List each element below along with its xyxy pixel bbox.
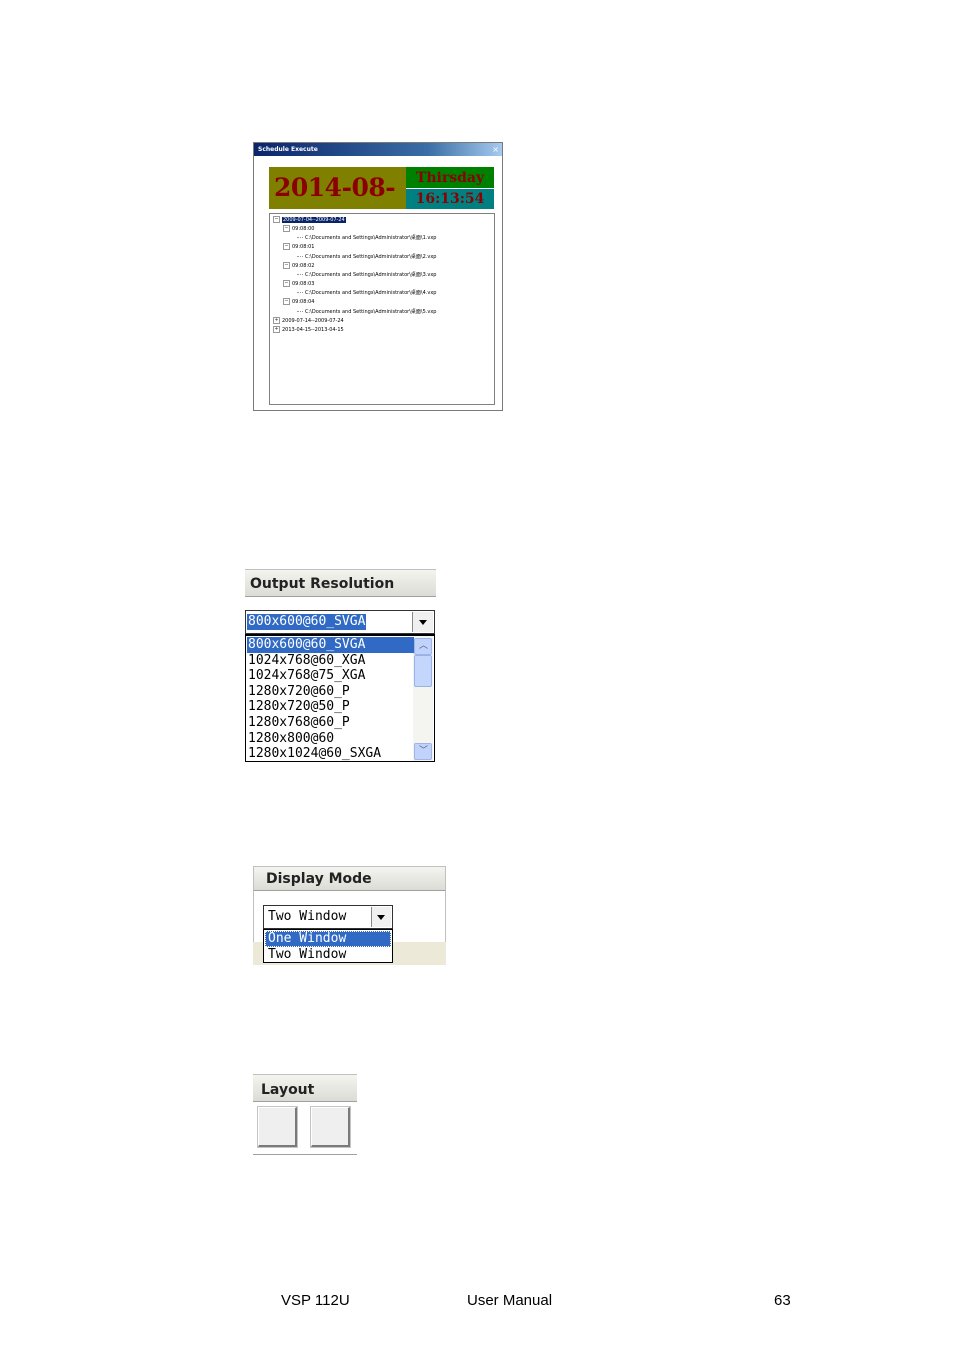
day-display: Thirsday — [406, 167, 494, 188]
tree-item-label: C:\Documents and Settings\Administrator\… — [305, 308, 437, 315]
output-resolution-value: 800x600@60_SVGA — [247, 614, 367, 630]
tree-item[interactable]: −09:08:03 — [283, 280, 314, 289]
tree-item-label: 09:08:01 — [292, 244, 315, 251]
scroll-thumb[interactable] — [414, 655, 432, 687]
resolution-option[interactable]: 1280x800@60 — [247, 731, 414, 747]
resolution-option[interactable]: 1024x768@60_XGA — [247, 653, 414, 669]
expand-icon[interactable]: + — [273, 316, 280, 324]
collapse-icon[interactable]: − — [273, 216, 280, 223]
tree-item[interactable]: C:\Documents and Settings\Administrator\… — [297, 253, 436, 262]
tree-item-label: C:\Documents and Settings\Administrator\… — [305, 290, 437, 297]
close-icon[interactable]: × — [492, 143, 499, 156]
resolution-option[interactable]: 1280x720@50_P — [247, 699, 414, 715]
resolution-option[interactable]: 1280x720@60_P — [247, 684, 414, 700]
schedule-execute-dialog: Schedule Execute × 2014-08-28 Thirsday 1… — [253, 142, 503, 411]
tree-item-label: 2009-07-14--2009-07-24 — [282, 317, 344, 324]
tree-item[interactable]: −09:08:04 — [283, 298, 314, 307]
tree-item[interactable]: −09:08:02 — [283, 261, 315, 271]
date-display: 2014-08-28 — [269, 167, 406, 244]
tree-connector — [297, 255, 303, 257]
footer-page-number: 63 — [774, 1292, 791, 1309]
tree-connector — [297, 310, 303, 312]
output-resolution-select[interactable]: 800x600@60_SVGA — [245, 610, 435, 634]
tree-connector — [297, 292, 303, 294]
tree-item[interactable]: C:\Documents and Settings\Administrator\… — [297, 271, 436, 280]
tree-item[interactable]: −09:08:01 — [283, 243, 314, 252]
dialog-title: Schedule Execute — [254, 143, 502, 156]
collapse-icon[interactable]: − — [283, 261, 290, 269]
layout-button-2[interactable] — [311, 1107, 350, 1147]
tree-item[interactable]: +2013-04-15--2013-04-15 — [273, 325, 344, 335]
output-resolution-header: Output Resolution — [245, 569, 436, 597]
scroll-up-icon[interactable]: ︿ — [414, 638, 432, 655]
resolution-option[interactable]: 1024x768@75_XGA — [247, 668, 414, 684]
layout-button-1[interactable] — [258, 1107, 297, 1147]
schedule-tree[interactable]: −2009-07-04--2009-07-24−09:08:00 C:\Docum… — [269, 213, 495, 405]
output-resolution-list[interactable]: ︿ ﹀ 800x600@60_SVGA 1024x768@60_XGA 1024x7… — [245, 634, 435, 762]
resolution-option[interactable]: 1280x768@60_P — [247, 715, 414, 731]
chevron-down-icon[interactable] — [412, 612, 433, 632]
tree-item[interactable]: −09:08:00 — [283, 225, 314, 234]
resolution-option[interactable]: 1280x1024@60_SXGA — [247, 746, 414, 761]
tree-item-label: 09:08:04 — [292, 299, 315, 306]
expand-icon[interactable]: + — [273, 325, 280, 333]
tree-item-label: 09:08:02 — [292, 262, 315, 269]
resolution-option[interactable]: 800x600@60_SVGA — [247, 637, 414, 653]
chevron-down-icon[interactable] — [371, 907, 391, 927]
tree-connector — [297, 237, 303, 239]
layout-header: Layout — [253, 1074, 357, 1102]
display-mode-select[interactable]: Two Window — [263, 905, 393, 929]
scroll-down-icon[interactable]: ﹀ — [414, 743, 432, 760]
tree-item[interactable]: −2009-07-04--2009-07-24 — [273, 216, 346, 225]
footer-product: VSP 112U — [281, 1292, 350, 1309]
tree-item-label: C:\Documents and Settings\Administrator\… — [305, 235, 437, 242]
collapse-icon[interactable]: − — [283, 298, 290, 306]
display-mode-header: Display Mode — [253, 866, 446, 891]
list-scrollbar[interactable]: ︿ ﹀ — [413, 636, 433, 761]
tree-item-label: 09:08:00 — [292, 226, 315, 233]
display-mode-value: Two Window — [268, 909, 347, 924]
tree-item[interactable]: +2009-07-14--2009-07-24 — [273, 316, 344, 326]
collapse-icon[interactable]: − — [283, 225, 290, 233]
display-mode-option[interactable]: Two Window — [265, 947, 391, 963]
display-mode-list[interactable]: One Window Two Window — [263, 929, 393, 963]
tree-item-label: C:\Documents and Settings\Administrator\… — [305, 271, 437, 278]
display-mode-option[interactable]: One Window — [265, 931, 391, 947]
collapse-icon[interactable]: − — [283, 243, 290, 251]
tree-connector — [297, 273, 303, 275]
collapse-icon[interactable]: − — [283, 280, 290, 288]
tree-item[interactable]: C:\Documents and Settings\Administrator\… — [297, 234, 436, 243]
tree-item-label: 2013-04-15--2013-04-15 — [282, 326, 344, 333]
time-display: 16:13:54 — [406, 189, 494, 209]
tree-item[interactable]: C:\Documents and Settings\Administrator\… — [297, 289, 436, 298]
tree-item-label: C:\Documents and Settings\Administrator\… — [305, 253, 437, 260]
tree-item[interactable]: C:\Documents and Settings\Administrator\… — [297, 308, 436, 317]
tree-item-label: 09:08:03 — [292, 281, 315, 288]
layout-divider — [253, 1154, 357, 1155]
tree-item-label: 2009-07-04--2009-07-24 — [282, 217, 346, 223]
footer-doc-title: User Manual — [467, 1292, 553, 1309]
